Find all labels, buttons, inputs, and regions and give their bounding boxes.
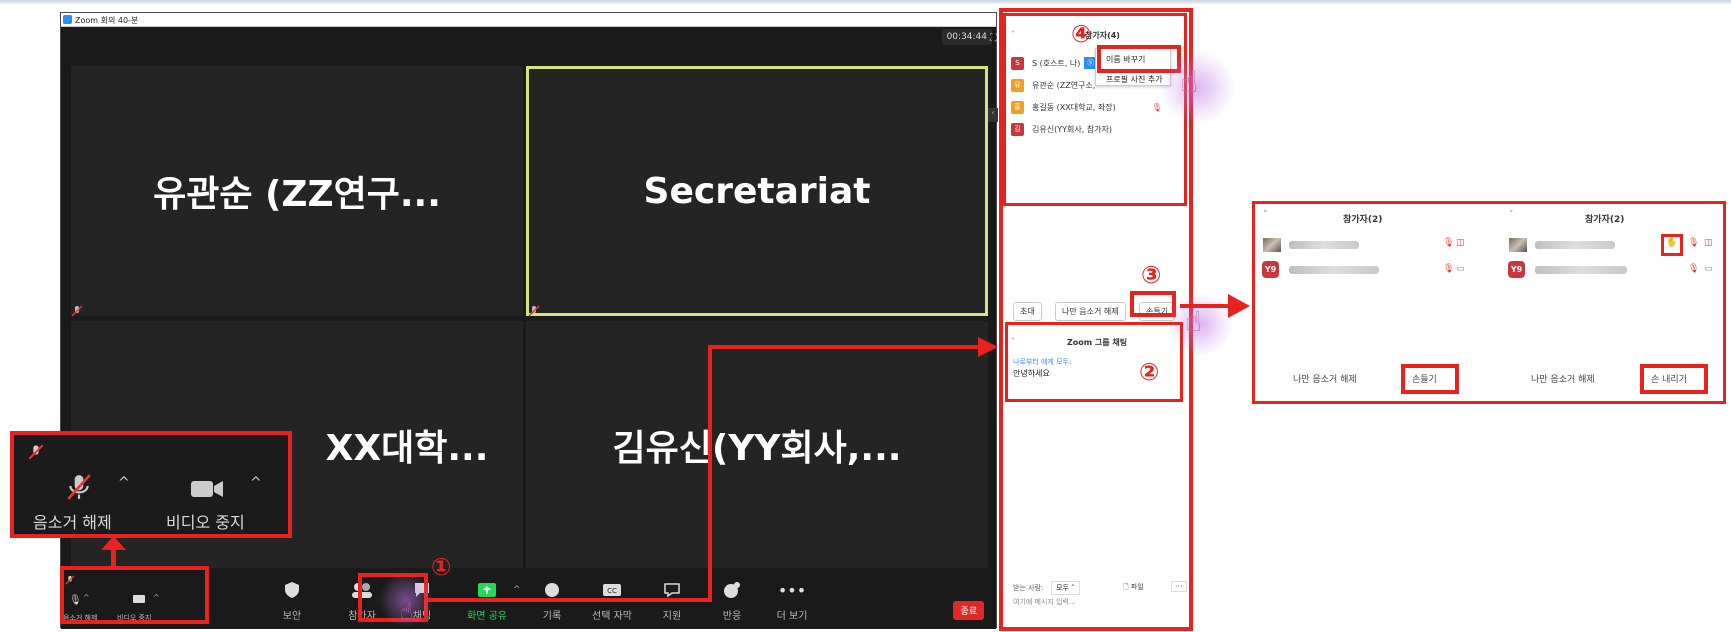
muted-mic-icon (71, 305, 83, 317)
shield-icon (281, 579, 303, 601)
connector-line-vertical (708, 345, 712, 602)
lower-hand-button[interactable]: 손 내리기 (1651, 372, 1687, 385)
tile-name: 김유신(YY회사,... (612, 427, 902, 469)
window-title: Zoom 회의 40-분 (75, 16, 139, 25)
unmute-label[interactable]: 음소거 해제 (33, 509, 112, 533)
muted-mic-icon: 🎙 (1443, 238, 1455, 248)
reactions-label: 반응 (722, 611, 742, 622)
chat-input[interactable]: 여기에 메시지 입력... (1013, 597, 1076, 607)
security-button[interactable]: 보안 (261, 579, 323, 627)
recipient-select[interactable]: 모두 ˅ (1051, 581, 1080, 595)
audio-video-callout: ^ ^ 음소거 해제 비디오 중지 (10, 431, 292, 538)
collapse-chevron-icon: ˅ (1263, 210, 1268, 220)
record-button[interactable]: 기록 (521, 579, 583, 627)
unmute-mic-icon[interactable] (66, 473, 92, 501)
share-screen-button[interactable]: 화면 공유 (456, 579, 518, 627)
unmute-me-button[interactable]: 나만 음소거 해제 (1293, 372, 1357, 385)
share-screen-label: 화면 공유 (467, 611, 507, 622)
muted-mic-icon (28, 444, 44, 460)
video-icon: ▭ (1704, 264, 1713, 274)
video-tile-4[interactable]: 김유신(YY회사,... (526, 321, 988, 568)
raise-hand-example-panel: ˅ 참가자(2) 🎙 ◫ Y9 🎙 ▭ 나만 음소거 해제 손들기 ˅ 참가자(… (1252, 201, 1726, 404)
participant-thumbnail (1263, 238, 1281, 252)
hand-pointer-icon: ☝ (1180, 65, 1199, 100)
muted-mic-icon: 🎙 (1443, 264, 1455, 274)
muted-mic-icon (528, 305, 540, 317)
record-label: 기록 (542, 611, 562, 622)
video-tile-1[interactable]: 유관순 (ZZ연구... (71, 66, 523, 316)
fullscreen-icon[interactable]: ⛶ (990, 33, 997, 44)
recipient-label: 받는 사람: (1013, 584, 1044, 592)
blurred-name (1289, 241, 1359, 249)
blurred-name (1289, 266, 1379, 274)
more-button[interactable]: ••• 더 보기 (761, 579, 823, 627)
file-button[interactable]: 🗋 파일 (1123, 582, 1144, 594)
muted-mic-icon: 🎙 (1688, 238, 1700, 248)
top-border (0, 0, 1731, 4)
raised-hand-icon: ✋ (1666, 238, 1678, 248)
end-meeting-button[interactable]: 종료 (953, 601, 984, 620)
connector-line-example (1180, 304, 1232, 308)
arrow-right-head (1228, 294, 1250, 318)
collapse-chevron-icon: ˅ (1509, 210, 1514, 220)
arrow-up-head (101, 536, 126, 550)
tile-name: XX대학... (325, 427, 489, 469)
hand-pointer-icon: ☝ (400, 600, 414, 625)
avatar: Y9 (1262, 261, 1279, 278)
unmute-me-button[interactable]: 나만 음소거 해제 (1531, 372, 1595, 385)
connector-line-top (708, 345, 984, 349)
collapse-panel-icon[interactable]: ‹ (988, 108, 998, 122)
chevron-up-icon[interactable]: ^ (118, 475, 130, 491)
video-icon: ▭ (1456, 264, 1465, 274)
highlight-audio-video (60, 566, 209, 624)
svg-text:CC: CC (607, 587, 617, 595)
blurred-name (1535, 266, 1627, 274)
video-off-icon: ◫ (1456, 238, 1465, 248)
invite-button[interactable]: 초대 (1013, 302, 1042, 321)
chevron-up-icon[interactable]: ^ (513, 585, 521, 595)
step-1-marker: ① (431, 553, 452, 581)
support-button[interactable]: 지원 (641, 579, 703, 627)
blurred-name (1535, 241, 1615, 249)
hand-pointer-icon: ☝ (1185, 305, 1203, 338)
zoom-app-icon (63, 15, 72, 24)
more-label: 더 보기 (776, 611, 808, 622)
reaction-emoji-icon (721, 579, 743, 601)
tile-name: 유관순 (ZZ연구... (153, 174, 441, 215)
step-4-marker: ④ (1071, 20, 1092, 48)
recipient-value: 모두 (1056, 584, 1069, 592)
avatar: Y9 (1508, 261, 1525, 278)
closed-caption-label: 선택 자막 (592, 611, 632, 622)
closed-caption-button[interactable]: CC 선택 자막 (581, 579, 643, 627)
step-2-marker: ② (1139, 358, 1160, 386)
chevron-up-icon[interactable]: ^ (250, 475, 262, 491)
example-left-title: 참가자(2) (1343, 215, 1383, 225)
example-right-title: 참가자(2) (1585, 215, 1625, 225)
file-label: 파일 (1130, 583, 1144, 591)
window-titlebar: Zoom 회의 40-분 (61, 13, 996, 27)
highlight-participant-list (1003, 13, 1187, 206)
support-label: 지원 (662, 611, 682, 622)
video-camera-icon[interactable] (190, 479, 224, 499)
step-3-marker: ③ (1141, 261, 1162, 289)
security-label: 보안 (282, 611, 302, 622)
meeting-timer: 00:34:44 (941, 29, 992, 45)
stop-video-label[interactable]: 비디오 중지 (166, 509, 245, 533)
raise-hand-button[interactable]: 손들기 (1412, 372, 1437, 385)
more-options-button[interactable]: ··· (1171, 581, 1187, 592)
more-dots-icon: ••• (777, 580, 807, 600)
video-tile-2[interactable]: Secretariat (526, 66, 988, 316)
connector-line-horizontal (428, 598, 712, 602)
video-off-icon: ◫ (1704, 238, 1713, 248)
tile-name: Secretariat (643, 170, 871, 212)
muted-mic-icon: 🎙 (1688, 264, 1700, 274)
participant-thumbnail (1509, 238, 1527, 252)
arrow-right-head (978, 337, 998, 357)
unmute-me-button[interactable]: 나만 음소거 해제 (1055, 302, 1126, 321)
